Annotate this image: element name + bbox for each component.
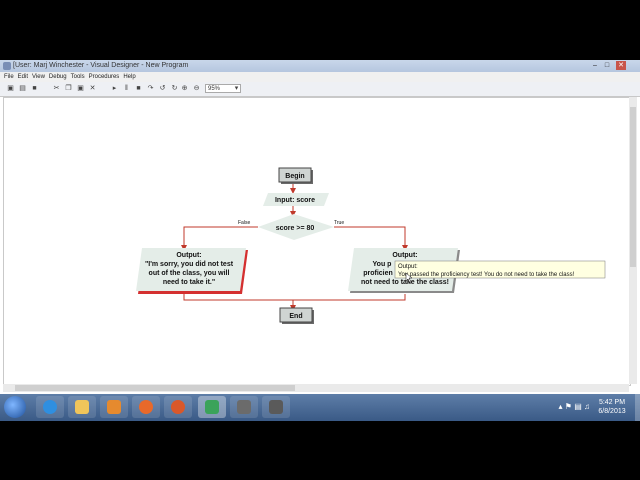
menu-debug[interactable]: Debug [49, 74, 67, 80]
taskbar-media-player[interactable] [100, 396, 128, 418]
decision-diamond[interactable]: score >= 80 [258, 214, 334, 240]
input-label: Input: score [275, 197, 315, 204]
output-right-line2: proficien [363, 270, 393, 277]
output-left-line3: need to take it." [163, 279, 215, 286]
stop-icon[interactable]: ■ [134, 84, 143, 93]
new-file-icon[interactable]: ▣ [6, 84, 15, 93]
menu-procedures[interactable]: Procedures [89, 74, 120, 80]
horizontal-scroll-thumb[interactable] [15, 385, 295, 391]
output-left-shape[interactable]: Output: "I'm sorry, you did not test out… [136, 248, 248, 294]
toolbar: ▣ ▤ ■ ✂ ❐ ▣ ✕ ▸ ‖ ■ ↷ ↺ ↻ ⊕ ⊖ 95% ▾ [0, 82, 640, 97]
minimize-button[interactable]: – [590, 61, 600, 70]
menu-help[interactable]: Help [123, 74, 135, 80]
delete-icon[interactable]: ✕ [88, 84, 97, 93]
app-icon [237, 400, 251, 414]
clock-date: 6/8/2013 [598, 408, 626, 415]
system-tray[interactable]: ▴ ⚑ ▤ ♫ [559, 402, 590, 411]
step-into-icon[interactable]: ↷ [146, 84, 155, 93]
close-button[interactable]: ✕ [616, 61, 626, 70]
begin-terminal[interactable]: Begin [278, 167, 313, 184]
copy-icon[interactable]: ❐ [64, 84, 73, 93]
flag-icon[interactable]: ⚑ [565, 402, 572, 411]
output-left-line1: "I'm sorry, you did not test [145, 261, 234, 268]
menu-file[interactable]: File [4, 74, 14, 80]
flowchart-app-icon [205, 400, 219, 414]
screen: [User: Marj Winchester - Visual Designer… [0, 60, 640, 421]
input-parallelogram[interactable]: Input: score [263, 193, 329, 206]
vertical-scroll-thumb[interactable] [630, 107, 636, 267]
taskbar-app-1[interactable] [230, 396, 258, 418]
tray-arrow-icon[interactable]: ▴ [559, 402, 563, 411]
begin-label: Begin [285, 173, 304, 180]
network-icon[interactable]: ▤ [574, 402, 582, 411]
folder-icon [75, 400, 89, 414]
decision-label: score >= 80 [276, 225, 315, 232]
media-player-icon [107, 400, 121, 414]
app-icon [269, 400, 283, 414]
zoom-in-icon[interactable]: ⊕ [180, 84, 189, 93]
tooltip-text: You passed the proficiency test! You do … [398, 272, 575, 278]
menu-tools[interactable]: Tools [71, 74, 85, 80]
maximize-button[interactable]: □ [602, 61, 612, 70]
window-title: [User: Marj Winchester - Visual Designer… [13, 62, 189, 69]
start-button[interactable] [4, 396, 26, 418]
chevron-down-icon[interactable]: ▾ [232, 84, 241, 93]
show-desktop-button[interactable] [635, 394, 640, 421]
taskbar-firefox-2[interactable] [164, 396, 192, 418]
tooltip: Output: You passed the proficiency test!… [394, 260, 606, 279]
output-left-line2: out of the class, you will [149, 270, 230, 277]
false-branch-label: False [238, 220, 250, 226]
output-right-line1: You p [373, 261, 392, 268]
cut-icon[interactable]: ✂ [52, 84, 61, 93]
menu-bar: File Edit View Debug Tools Procedures Help [0, 72, 640, 82]
taskbar-firefox-1[interactable] [132, 396, 160, 418]
tooltip-title: Output: [398, 264, 418, 270]
app-icon [3, 62, 11, 70]
clock-time: 5:42 PM [598, 399, 626, 406]
end-terminal[interactable]: End [279, 307, 314, 324]
taskbar-ie[interactable] [36, 396, 64, 418]
run-icon[interactable]: ▸ [110, 84, 119, 93]
clock[interactable]: 5:42 PM 6/8/2013 [592, 398, 632, 416]
menu-edit[interactable]: Edit [18, 74, 28, 80]
menu-view[interactable]: View [32, 74, 45, 80]
firefox-icon [171, 400, 185, 414]
flowchart-canvas[interactable]: Begin Input: score score >= 80 False Tru… [3, 97, 631, 386]
flowchart-svg: Begin Input: score score >= 80 False Tru… [136, 167, 606, 324]
step-out-icon[interactable]: ↻ [170, 84, 179, 93]
save-icon[interactable]: ■ [30, 84, 39, 93]
step-over-icon[interactable]: ↺ [158, 84, 167, 93]
taskbar-visual-designer[interactable] [198, 396, 226, 418]
true-branch-label: True [334, 220, 344, 226]
output-left-title: Output: [176, 252, 201, 259]
pause-icon[interactable]: ‖ [122, 84, 131, 93]
firefox-icon [139, 400, 153, 414]
internet-explorer-icon [43, 400, 57, 414]
output-right-line3: not need to take the class! [361, 279, 449, 286]
paste-icon[interactable]: ▣ [76, 84, 85, 93]
open-folder-icon[interactable]: ▤ [18, 84, 27, 93]
zoom-out-icon[interactable]: ⊖ [192, 84, 201, 93]
title-bar: [User: Marj Winchester - Visual Designer… [0, 60, 640, 72]
taskbar-explorer[interactable] [68, 396, 96, 418]
end-label: End [289, 313, 302, 320]
volume-icon[interactable]: ♫ [584, 402, 590, 411]
output-right-title: Output: [392, 252, 417, 259]
zoom-value: 95% [208, 86, 221, 92]
vertical-scrollbar[interactable] [629, 97, 637, 384]
taskbar-app-2[interactable] [262, 396, 290, 418]
taskbar: ▴ ⚑ ▤ ♫ 5:42 PM 6/8/2013 [0, 394, 640, 421]
horizontal-scrollbar[interactable] [3, 384, 629, 392]
